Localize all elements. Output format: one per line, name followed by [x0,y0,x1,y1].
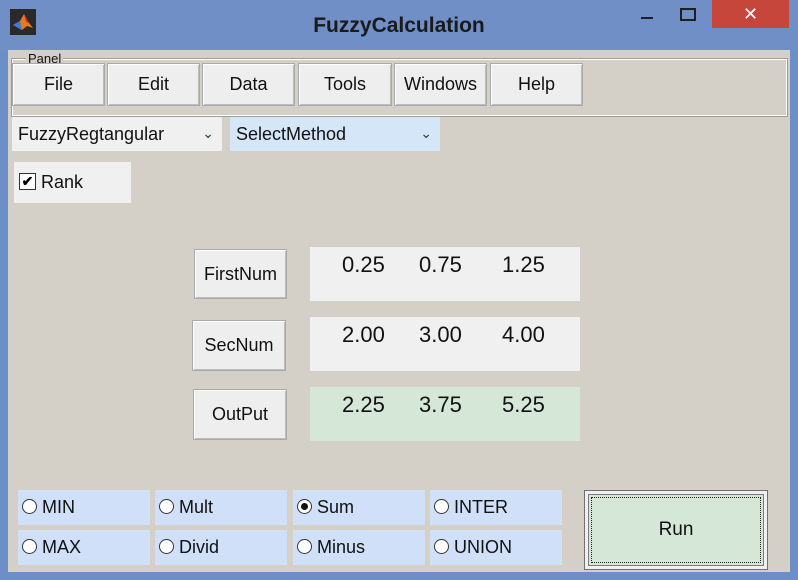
sec-num-value: 2.00 [342,322,385,347]
radio-dot [301,503,308,510]
chevron-down-icon: ⌄ [420,125,432,141]
radio-label: UNION [454,537,512,557]
method-value: SelectMethod [236,123,347,144]
radio-icon [159,539,174,554]
minimize-icon [641,17,653,19]
output-field: 2.25 3.75 5.25 [310,387,580,441]
radio-icon [22,539,37,554]
radio-union[interactable]: UNION [430,530,562,565]
radio-label: Sum [317,497,355,517]
radio-sum[interactable]: Sum [293,490,425,525]
maximize-button[interactable] [668,0,708,28]
windows-button[interactable]: Windows [394,63,487,106]
output-value: 5.25 [502,392,545,417]
first-num-button[interactable]: FirstNum [194,249,287,299]
first-num-value: 1.25 [502,252,545,277]
minimize-button[interactable] [627,0,667,28]
first-num-field[interactable]: 0.25 0.75 1.25 [310,247,580,301]
app-window: FuzzyCalculation ✕ Panel File Edit Data … [0,0,798,580]
radio-divid[interactable]: Divid [155,530,287,565]
rank-checkbox-area[interactable]: ✔ Rank [14,162,131,203]
rank-checkbox[interactable]: ✔ [19,173,36,190]
edit-button[interactable]: Edit [107,63,200,106]
help-button[interactable]: Help [490,63,583,106]
output-value: 3.75 [419,392,462,417]
radio-minus[interactable]: Minus [293,530,425,565]
radio-label: MIN [42,497,75,517]
radio-icon [297,539,312,554]
radio-icon [159,499,174,514]
chevron-down-icon: ⌄ [202,125,214,141]
close-button[interactable]: ✕ [712,0,789,28]
radio-label: INTER [454,497,508,517]
rank-label: Rank [41,172,84,192]
fuzzy-type-select[interactable]: FuzzyRegtangular ⌄ [12,117,222,151]
radio-label: Divid [179,537,220,557]
data-button[interactable]: Data [202,63,295,106]
radio-max[interactable]: MAX [18,530,150,565]
output-value: 2.25 [342,392,385,417]
sec-num-value: 3.00 [419,322,462,347]
fuzzy-type-value: FuzzyRegtangular [18,123,165,144]
radio-min[interactable]: MIN [18,490,150,525]
output-button[interactable]: OutPut [193,389,287,440]
run-button[interactable]: Run [584,490,768,570]
radio-label: Mult [179,497,214,517]
sec-num-field[interactable]: 2.00 3.00 4.00 [310,317,580,371]
close-icon: ✕ [742,3,759,24]
radio-icon [22,499,37,514]
radio-label: MAX [42,537,82,557]
method-select[interactable]: SelectMethod ⌄ [230,117,440,151]
radio-icon [434,539,449,554]
sec-num-button[interactable]: SecNum [192,320,286,371]
radio-label: Minus [317,537,366,557]
check-icon: ✔ [21,173,34,189]
client-area: Panel File Edit Data Tools Windows Help … [8,50,790,572]
radio-inter[interactable]: INTER [430,490,562,525]
radio-icon [434,499,449,514]
radio-selected-icon [297,499,312,514]
focus-rectangle [591,497,761,563]
radio-mult[interactable]: Mult [155,490,287,525]
first-num-value: 0.25 [342,252,385,277]
maximize-icon [680,7,696,21]
sec-num-value: 4.00 [502,322,545,347]
tools-button[interactable]: Tools [298,63,392,106]
file-button[interactable]: File [12,63,105,106]
first-num-value: 0.75 [419,252,462,277]
title-bar[interactable]: FuzzyCalculation ✕ [0,0,798,50]
